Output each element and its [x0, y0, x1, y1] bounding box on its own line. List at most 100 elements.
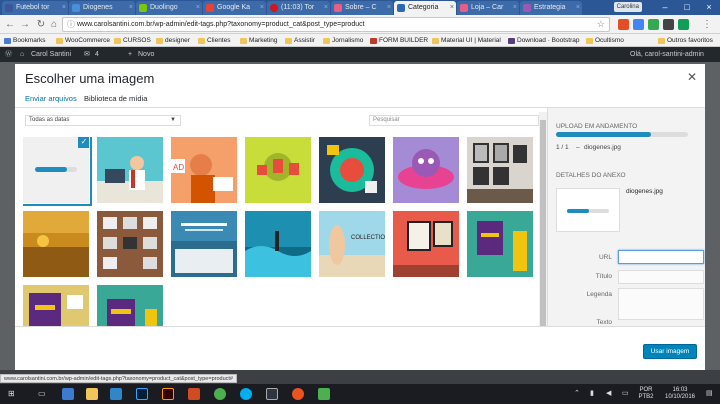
tray-up-icon[interactable]: ⌃ — [574, 389, 580, 397]
comments-count[interactable]: 4 — [95, 47, 99, 62]
close-icon[interactable]: ✕ — [687, 70, 697, 84]
tab-media-library[interactable]: Biblioteca de mídia — [79, 90, 153, 107]
bookmark-item[interactable]: Marketing — [240, 36, 278, 46]
page-info-icon[interactable]: ⓘ — [67, 18, 75, 31]
media-item[interactable]: COLLECTION — [319, 211, 385, 277]
tab-google-keep[interactable]: Google Ka × — [203, 1, 266, 15]
volume-icon[interactable]: ◀ — [606, 389, 611, 397]
bookmark-item[interactable]: Ocultismo — [586, 36, 624, 46]
media-item[interactable] — [467, 137, 533, 203]
extension-icon[interactable] — [648, 19, 659, 30]
tab-close-icon[interactable]: × — [513, 1, 517, 15]
file-explorer-icon[interactable] — [86, 388, 98, 400]
tab-close-icon[interactable]: × — [576, 1, 580, 15]
photoshop-icon[interactable] — [136, 388, 148, 400]
firefox-icon[interactable] — [292, 388, 304, 400]
bookmark-item[interactable]: Download · Bootstrap — [508, 36, 580, 46]
new-link[interactable]: Novo — [138, 47, 154, 62]
media-item[interactable] — [393, 211, 459, 277]
tab-sobre[interactable]: Sobre – C × — [331, 1, 393, 15]
profile-badge[interactable]: Carolina — [613, 2, 642, 12]
url-field[interactable] — [618, 250, 704, 264]
notifications-icon[interactable]: ▤ — [706, 389, 713, 397]
tab-close-icon[interactable]: × — [196, 1, 200, 15]
tab-categorias[interactable]: Categoria × — [394, 1, 456, 15]
bookmark-item[interactable]: CURSOS — [114, 36, 151, 46]
site-name[interactable]: Carol Santini — [31, 47, 71, 62]
battery-icon[interactable]: ▭ — [622, 389, 629, 397]
tab-duolingo[interactable]: Duolingo × — [136, 1, 202, 15]
store-icon[interactable] — [110, 388, 122, 400]
input-language[interactable]: POR PTB2 — [636, 387, 656, 401]
bookmark-item[interactable]: FORM BUILDER — [370, 36, 428, 46]
bookmark-star-icon[interactable]: ☆ — [597, 18, 605, 31]
title-field[interactable] — [618, 270, 704, 284]
media-item-selected[interactable]: ✓ — [23, 137, 92, 206]
browser-toolbar: ← → ↻ ⌂ ⓘ www.carolsantini.com.br/wp-adm… — [0, 15, 720, 34]
close-window-icon[interactable]: × — [698, 0, 720, 14]
tab-loja[interactable]: Loja – Car × — [457, 1, 519, 15]
skype-icon[interactable] — [240, 388, 252, 400]
media-item[interactable]: AD — [171, 137, 237, 203]
tab-futebol[interactable]: Futebol tor × — [2, 1, 68, 15]
media-item[interactable] — [393, 137, 459, 203]
address-bar[interactable]: ⓘ www.carolsantini.com.br/wp-admin/edit-… — [62, 17, 610, 32]
bookmark-item[interactable]: WooCommerce — [56, 36, 110, 46]
back-icon[interactable]: ← — [3, 18, 17, 31]
clock[interactable]: 16:03 10/10/2016 — [660, 387, 700, 401]
extension-icon[interactable] — [618, 19, 629, 30]
tab-upload-files[interactable]: Enviar arquivos — [25, 94, 77, 106]
media-item[interactable] — [23, 211, 89, 277]
caption-field[interactable] — [618, 288, 704, 320]
tab-close-icon[interactable]: × — [450, 1, 454, 15]
bookmark-item[interactable]: Jornalismo — [323, 36, 363, 46]
tab-close-icon[interactable]: × — [260, 1, 264, 15]
minimize-icon[interactable]: – — [654, 0, 676, 14]
home-icon[interactable]: ⌂ — [47, 18, 61, 31]
bookmark-item[interactable]: Bookmarks — [4, 36, 46, 46]
maximize-icon[interactable]: □ — [676, 0, 698, 14]
extension-icon[interactable] — [663, 19, 674, 30]
favicon-icon — [206, 4, 214, 12]
bookmark-item[interactable]: Material UI | Material — [432, 36, 501, 46]
tab-youtube[interactable]: (11:03) Tor × — [267, 1, 330, 15]
illustrator-icon[interactable] — [162, 388, 174, 400]
task-view-icon[interactable]: ▭ — [38, 389, 46, 398]
edge-icon[interactable] — [62, 388, 74, 400]
windows-start-icon[interactable]: ⊞ — [8, 389, 15, 398]
extension-icon[interactable] — [633, 19, 644, 30]
wordpress-logo-icon[interactable]: Ⓦ — [5, 47, 12, 62]
reload-icon[interactable]: ↻ — [34, 18, 48, 31]
media-item[interactable] — [467, 211, 533, 277]
scrollbar-thumb[interactable] — [540, 120, 546, 350]
tab-diogenes[interactable]: Diogenes × — [69, 1, 135, 15]
tab-estrategia[interactable]: Estrategia × — [520, 1, 582, 15]
menu-icon[interactable]: ⋮ — [700, 18, 714, 31]
tab-close-icon[interactable]: × — [129, 1, 133, 15]
media-item[interactable] — [97, 137, 163, 203]
use-image-button[interactable]: Usar imagem — [643, 344, 697, 359]
chrome-icon[interactable] — [214, 388, 226, 400]
media-item[interactable] — [319, 137, 385, 203]
media-item[interactable] — [245, 137, 311, 203]
check-icon[interactable]: ✓ — [78, 137, 89, 148]
search-input[interactable]: Pesquisar — [369, 115, 539, 126]
bookmark-item[interactable]: Assistir — [285, 36, 315, 46]
tab-close-icon[interactable]: × — [62, 1, 66, 15]
tab-close-icon[interactable]: × — [387, 1, 391, 15]
media-item[interactable] — [245, 211, 311, 277]
media-item[interactable] — [171, 211, 237, 277]
extension-icon[interactable] — [678, 19, 689, 30]
bookmark-item[interactable]: Outros favoritos — [658, 36, 713, 46]
bookmark-item[interactable]: Clientes — [198, 36, 230, 46]
bookmark-item[interactable]: designer — [156, 36, 190, 46]
camtasia-icon[interactable] — [318, 388, 330, 400]
tab-close-icon[interactable]: × — [324, 1, 328, 15]
greeting[interactable]: Olá, carol-santini-admin — [630, 47, 704, 62]
network-icon[interactable]: ▮ — [590, 389, 594, 397]
date-filter-select[interactable]: Todas as datas ▼ — [25, 115, 181, 126]
app-icon[interactable] — [266, 388, 278, 400]
forward-icon[interactable]: → — [18, 18, 32, 31]
media-item[interactable] — [97, 211, 163, 277]
filezilla-icon[interactable] — [188, 388, 200, 400]
